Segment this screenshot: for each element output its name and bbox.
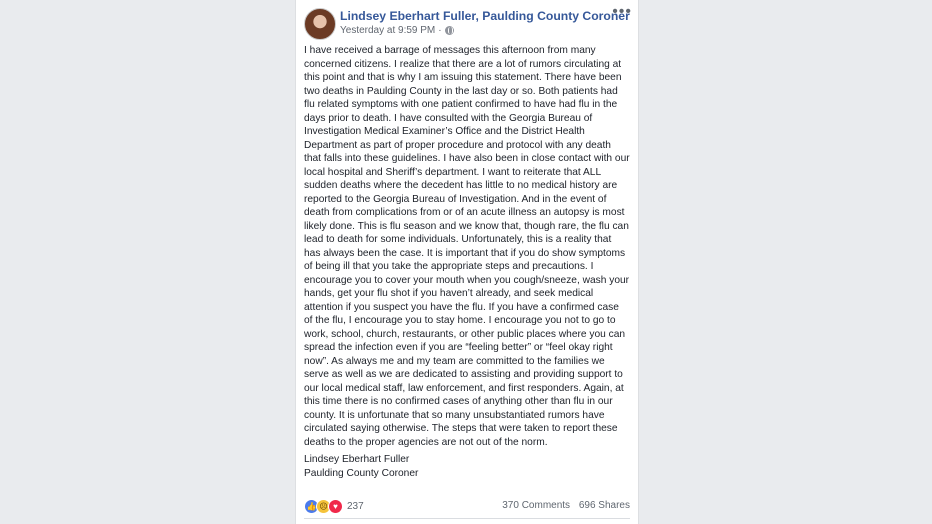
action-divider: [304, 518, 630, 519]
post-text: I have received a barrage of messages th…: [304, 45, 630, 448]
post-timestamp[interactable]: Yesterday at 9:59 PM: [340, 25, 435, 36]
shares-count-link[interactable]: 696 Shares: [579, 500, 630, 511]
meta-separator: ·: [438, 25, 442, 36]
post-meta: Yesterday at 9:59 PM ·: [340, 25, 454, 36]
reactions-summary[interactable]: 👍 ☹ ♥ 237: [304, 499, 364, 514]
author-avatar[interactable]: [304, 8, 336, 40]
globe-icon[interactable]: [444, 26, 454, 35]
more-options-icon[interactable]: •••: [612, 3, 632, 21]
post-body: I have received a barrage of messages th…: [304, 44, 630, 480]
author-name-link[interactable]: Lindsey Eberhart Fuller, Paulding County…: [340, 9, 630, 23]
reaction-count[interactable]: 237: [347, 501, 364, 512]
signature-title: Paulding County Coroner: [304, 467, 419, 479]
signature-name: Lindsey Eberhart Fuller: [304, 454, 410, 465]
love-icon: ♥: [328, 499, 343, 514]
comments-count-link[interactable]: 370 Comments: [502, 500, 570, 511]
facebook-post: Lindsey Eberhart Fuller, Paulding County…: [295, 0, 639, 524]
post-stats: 370 Comments 696 Shares: [496, 500, 630, 511]
